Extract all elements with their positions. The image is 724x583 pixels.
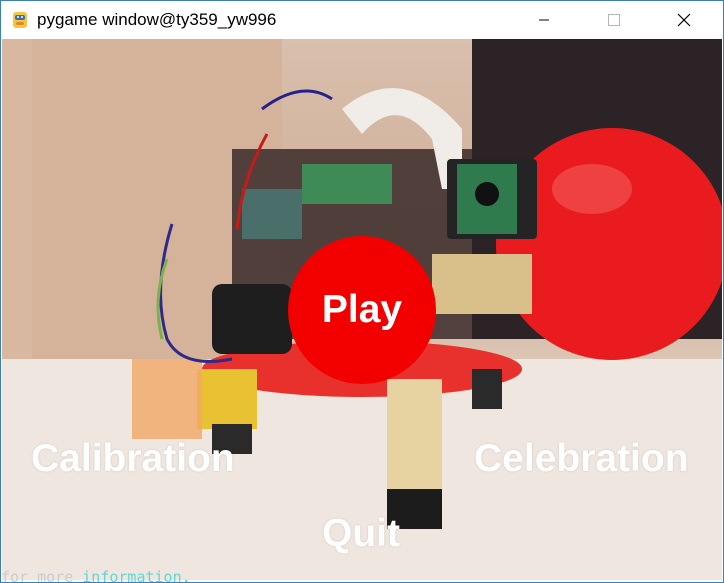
window-title: pygame window@ty359_yw996 — [37, 10, 277, 29]
play-label: Play — [321, 288, 403, 331]
maximize-icon — [608, 14, 620, 26]
terminal-prefix: for more — [1, 568, 74, 583]
close-button[interactable] — [661, 1, 707, 39]
minimize-button[interactable] — [521, 1, 567, 39]
pygame-window: pygame window@ty359_yw996 Play Calibrati… — [0, 0, 724, 583]
minimize-icon — [539, 19, 549, 21]
terminal-highlight: information. — [82, 568, 191, 583]
background-terminal-text: for more information. — [1, 568, 191, 583]
close-icon — [677, 13, 691, 27]
celebration-button[interactable]: Celebration — [474, 437, 689, 481]
title-bar[interactable]: pygame window@ty359_yw996 — [1, 1, 723, 39]
maximize-button[interactable] — [591, 1, 637, 39]
calibration-button[interactable]: Calibration — [31, 437, 235, 481]
game-canvas[interactable]: Play Calibration Celebration Quit — [2, 39, 722, 580]
pygame-snake-icon — [13, 12, 27, 28]
quit-button[interactable]: Quit — [322, 512, 400, 556]
play-button[interactable]: Play — [288, 236, 436, 384]
